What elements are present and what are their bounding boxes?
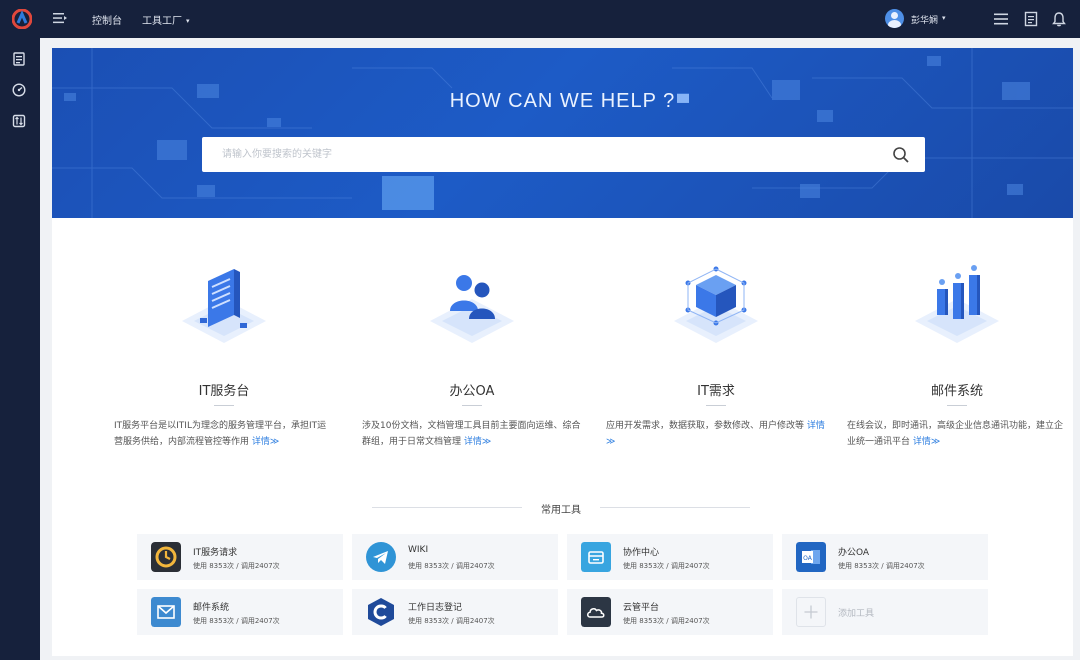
details-link[interactable]: 详情≫ xyxy=(252,437,279,447)
outlook-icon: OA xyxy=(796,542,826,572)
tool-name: 办公OA xyxy=(838,548,870,558)
feature-description-text: 应用开发需求，数据获取，参数修改、用户修改等 xyxy=(606,421,805,431)
menu-icon[interactable] xyxy=(993,11,1009,27)
feature-card-it-requirements[interactable]: IT需求 应用开发需求，数据获取，参数修改、用户修改等 详情≫ xyxy=(606,263,826,453)
search-icon[interactable] xyxy=(892,146,910,164)
tool-name: WIKI xyxy=(408,545,429,555)
plus-icon xyxy=(796,597,826,627)
app-logo[interactable] xyxy=(12,9,32,29)
feature-description: 涉及10份文档，文档管理工具目前主要面向运维、综合群组，用于日常文档管理 详情≫ xyxy=(362,418,582,450)
divider xyxy=(462,405,482,406)
bar-chart-icon xyxy=(915,265,999,343)
tool-usage: 使用 8353次 / 调用2407次 xyxy=(193,562,280,570)
transfer-icon[interactable] xyxy=(12,114,26,128)
tool-usage: 使用 8353次 / 调用2407次 xyxy=(623,562,710,570)
feature-description-text: 在线会议，即时通讯，高级企业信息通讯功能，建立企业统一通讯平台 xyxy=(847,421,1064,447)
tool-name: 工作日志登记 xyxy=(408,603,463,613)
tool-usage: 使用 8353次 / 调用2407次 xyxy=(623,617,710,625)
worklog-icon xyxy=(368,598,394,626)
tool-name: 协作中心 xyxy=(623,548,660,558)
divider xyxy=(706,405,726,406)
tool-cloud-platform[interactable]: 云管平台 使用 8353次 / 调用2407次 xyxy=(567,589,773,635)
feature-card-mail-system[interactable]: 邮件系统 在线会议，即时通讯，高级企业信息通讯功能，建立企业统一通讯平台 详情≫ xyxy=(847,263,1067,453)
feature-description-text: IT服务平台是以ITIL为理念的服务管理平台，承担IT运营服务供给，内部流程管控… xyxy=(114,421,327,447)
section-title: 常用工具 xyxy=(541,505,581,516)
feature-title: 邮件系统 xyxy=(930,384,983,399)
feature-description: IT服务平台是以ITIL为理念的服务管理平台，承担IT运营服务供给，内部流程管控… xyxy=(114,418,334,450)
feature-description: 应用开发需求，数据获取，参数修改、用户修改等 详情≫ xyxy=(606,418,826,450)
menu-toggle-icon[interactable] xyxy=(52,10,68,26)
tool-collaboration-center[interactable]: 协作中心 使用 8353次 / 调用2407次 xyxy=(567,534,773,580)
nav-console[interactable]: 控制台 xyxy=(92,12,122,27)
svg-text:OA: OA xyxy=(803,555,813,562)
feature-title: IT需求 xyxy=(697,384,735,399)
bell-icon[interactable] xyxy=(1051,11,1067,27)
feature-description: 在线会议，即时通讯，高级企业信息通讯功能，建立企业统一通讯平台 详情≫ xyxy=(847,418,1067,450)
document-icon[interactable] xyxy=(1023,11,1039,27)
details-link[interactable]: 详情≫ xyxy=(913,437,940,447)
tool-office-oa[interactable]: OA 办公OA 使用 8353次 / 调用2407次 xyxy=(782,534,988,580)
add-tool-label: 添加工具 xyxy=(838,609,875,619)
telegram-icon xyxy=(366,542,396,572)
tool-name: 云管平台 xyxy=(623,603,660,613)
divider xyxy=(947,405,967,406)
feature-card-office-oa[interactable]: 办公OA 涉及10份文档，文档管理工具目前主要面向运维、综合群组，用于日常文档管… xyxy=(362,263,582,453)
add-tool-button[interactable]: 添加工具 xyxy=(782,589,988,635)
collab-icon xyxy=(581,542,611,572)
tool-wiki[interactable]: WIKI 使用 8353次 / 调用2407次 xyxy=(352,534,558,580)
user-name: 彭华娴 xyxy=(911,16,939,26)
service-desk-icon xyxy=(182,269,266,343)
it-request-icon xyxy=(151,542,181,572)
section-divider-right xyxy=(600,507,750,508)
main-panel: HOW CAN WE HELP ? IT服务台 IT服务平台是以ITIL为理念的… xyxy=(52,48,1073,656)
chevron-down-icon: ▾ xyxy=(186,17,190,25)
feature-card-it-service-desk[interactable]: IT服务台 IT服务平台是以ITIL为理念的服务管理平台，承担IT运营服务供给，… xyxy=(114,263,334,453)
nav-tool-factory[interactable]: 工具工厂 ▾ xyxy=(142,12,190,27)
search-box xyxy=(202,137,925,172)
chevron-down-icon: ▾ xyxy=(942,14,946,22)
section-divider-left xyxy=(372,507,522,508)
hero-title: HOW CAN WE HELP ? xyxy=(449,90,676,112)
tool-usage: 使用 8353次 / 调用2407次 xyxy=(408,562,495,570)
cloud-icon xyxy=(581,597,611,627)
tool-usage: 使用 8353次 / 调用2407次 xyxy=(408,617,495,625)
dashboard-icon[interactable] xyxy=(12,83,26,97)
tool-usage: 使用 8353次 / 调用2407次 xyxy=(838,562,925,570)
tool-usage: 使用 8353次 / 调用2407次 xyxy=(193,617,280,625)
details-link[interactable]: 详情≫ xyxy=(464,437,491,447)
feature-title: 办公OA xyxy=(449,384,495,399)
tool-it-service-request[interactable]: IT服务请求 使用 8353次 / 调用2407次 xyxy=(137,534,343,580)
divider xyxy=(214,405,234,406)
mail-icon xyxy=(151,597,181,627)
tool-name: 邮件系统 xyxy=(193,603,230,613)
hero-background-decoration xyxy=(52,48,1073,218)
search-input[interactable] xyxy=(202,137,882,172)
tool-work-log[interactable]: 工作日志登记 使用 8353次 / 调用2407次 xyxy=(352,589,558,635)
tool-name: IT服务请求 xyxy=(193,548,238,558)
list-icon[interactable] xyxy=(12,52,26,66)
cube-icon xyxy=(674,266,758,343)
users-icon xyxy=(430,275,514,343)
nav-tool-factory-label: 工具工厂 xyxy=(142,16,182,27)
left-sidebar xyxy=(0,38,40,660)
avatar xyxy=(885,9,904,28)
hero-banner: HOW CAN WE HELP ? xyxy=(52,48,1073,218)
feature-title: IT服务台 xyxy=(198,384,250,399)
top-navbar: 控制台 工具工厂 ▾ 彭华娴 ▾ xyxy=(0,0,1080,38)
tool-mail-system[interactable]: 邮件系统 使用 8353次 / 调用2407次 xyxy=(137,589,343,635)
